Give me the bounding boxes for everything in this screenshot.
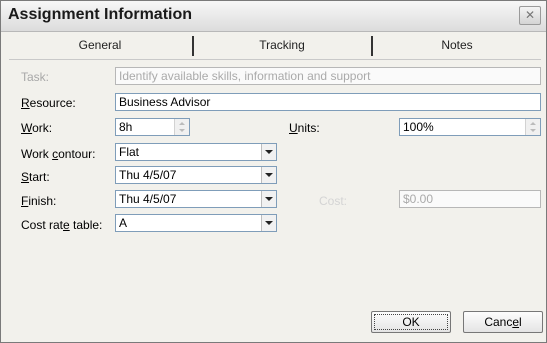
finish-value: Thu 4/5/07 bbox=[119, 192, 177, 206]
resource-label: Resource: bbox=[21, 96, 76, 110]
units-spinner[interactable] bbox=[525, 119, 540, 135]
work-contour-select[interactable]: Flat bbox=[115, 143, 277, 161]
work-label: Work: bbox=[21, 121, 53, 135]
task-label: Task: bbox=[21, 70, 50, 84]
close-icon[interactable]: ✕ bbox=[519, 6, 541, 25]
start-date-select[interactable]: Thu 4/5/07 bbox=[115, 166, 277, 184]
tab-divider-line bbox=[9, 59, 541, 60]
chevron-down-icon[interactable] bbox=[261, 144, 276, 160]
ok-button[interactable]: OK bbox=[371, 311, 451, 333]
work-spinner[interactable] bbox=[174, 119, 189, 135]
work-value: 8h bbox=[119, 120, 133, 134]
start-label: Start: bbox=[21, 170, 50, 184]
chevron-down-icon[interactable] bbox=[261, 191, 276, 207]
title-bar: Assignment Information ✕ bbox=[1, 1, 546, 32]
assignment-information-dialog: Assignment Information ✕ General Trackin… bbox=[0, 0, 547, 343]
resource-field[interactable]: Business Advisor bbox=[115, 93, 541, 111]
task-field: Identify available skills, information a… bbox=[115, 67, 541, 85]
work-field[interactable]: 8h bbox=[115, 118, 190, 136]
start-value: Thu 4/5/07 bbox=[119, 168, 177, 182]
cost-label: Cost: bbox=[319, 194, 348, 208]
tab-strip: General Tracking Notes bbox=[9, 31, 541, 59]
cost-rate-table-select[interactable]: A bbox=[115, 214, 277, 232]
work-contour-label: Work contour: bbox=[21, 147, 96, 161]
units-value: 100% bbox=[403, 120, 434, 134]
finish-label: Finish: bbox=[21, 194, 57, 208]
cancel-button[interactable]: Cancel bbox=[463, 311, 543, 333]
chevron-down-icon[interactable] bbox=[261, 167, 276, 183]
cost-rate-table-value: A bbox=[119, 216, 128, 230]
cost-rate-table-label: Cost rate table: bbox=[21, 218, 103, 232]
units-label: Units: bbox=[289, 121, 320, 135]
tab-tracking[interactable]: Tracking bbox=[194, 31, 370, 59]
work-contour-value: Flat bbox=[119, 145, 140, 159]
units-field[interactable]: 100% bbox=[399, 118, 541, 136]
chevron-down-icon[interactable] bbox=[261, 215, 276, 231]
dialog-title: Assignment Information bbox=[8, 6, 193, 23]
tab-notes[interactable]: Notes bbox=[373, 31, 541, 59]
tab-general[interactable]: General bbox=[9, 31, 191, 59]
cost-field: $0.00 bbox=[399, 190, 541, 208]
finish-date-select[interactable]: Thu 4/5/07 bbox=[115, 190, 277, 208]
